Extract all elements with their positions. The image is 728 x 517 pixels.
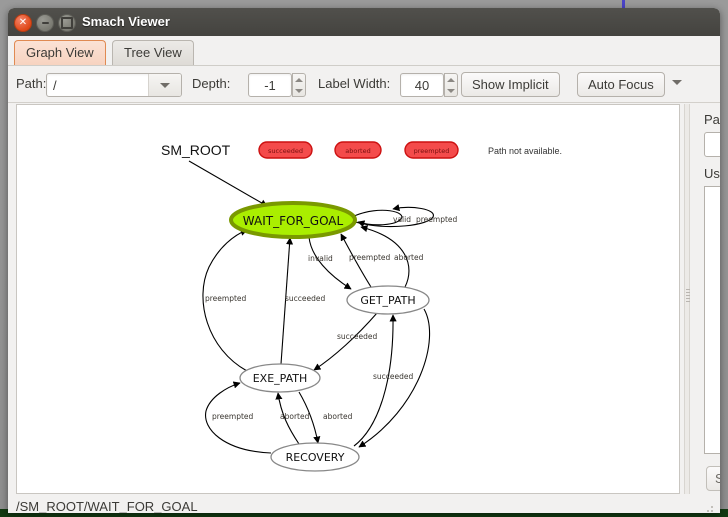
depth-stepper[interactable]: [292, 73, 306, 97]
badge-preempted-label: preempted: [414, 147, 450, 155]
edge-getpath-to-exepath-succeeded: [313, 312, 378, 371]
side-user-data-list[interactable]: [704, 186, 720, 454]
window-title: Smach Viewer: [82, 14, 170, 29]
show-implicit-button[interactable]: Show Implicit: [461, 72, 560, 97]
application-window: ✕ Smach Viewer Graph View Tree View Path…: [8, 8, 720, 513]
tab-tree-view[interactable]: Tree View: [112, 40, 194, 65]
node-wait-for-goal-label: WAIT_FOR_GOAL: [243, 214, 344, 228]
node-exe-path-label: EXE_PATH: [253, 372, 308, 385]
badge-preempted[interactable]: preempted: [404, 141, 459, 159]
edge-label: invalid: [308, 254, 333, 263]
close-glyph: ✕: [18, 17, 28, 28]
close-icon[interactable]: ✕: [14, 14, 32, 32]
badge-aborted[interactable]: aborted: [334, 141, 382, 159]
toolbar-overflow-icon[interactable]: [672, 80, 682, 85]
node-recovery-label: RECOVERY: [286, 451, 345, 464]
path-label: Path:: [16, 76, 47, 91]
side-user-data-label: Use: [704, 166, 720, 181]
maximize-glyph: [59, 15, 75, 31]
graph-note: Path not available.: [488, 146, 562, 156]
path-input[interactable]: /: [47, 78, 148, 93]
caret-glyph: [160, 82, 170, 88]
panel-splitter[interactable]: [684, 104, 690, 494]
edge-label: aborted: [280, 412, 310, 421]
state-machine-graph: SM_ROOT Path not available. succeeded ab…: [161, 141, 562, 472]
graph-canvas[interactable]: SM_ROOT Path not available. succeeded ab…: [16, 104, 680, 494]
graph-root-label: SM_ROOT: [161, 142, 231, 158]
edge-label: preempted: [205, 294, 247, 303]
toolbar: Path: / Depth: -1 Label Width: 40 Show I…: [8, 67, 720, 103]
label-width-input[interactable]: 40: [400, 73, 444, 97]
edge-label: preempted: [349, 253, 391, 262]
tab-bar: Graph View Tree View: [8, 36, 720, 66]
edge-label: succeeded: [285, 294, 326, 303]
node-wait-for-goal[interactable]: WAIT_FOR_GOAL: [229, 201, 357, 239]
edge-label: succeeded: [337, 332, 378, 341]
tab-graph-view[interactable]: Graph View: [14, 40, 106, 65]
node-get-path[interactable]: GET_PATH: [346, 285, 430, 315]
minimize-icon[interactable]: [36, 14, 54, 32]
node-recovery[interactable]: RECOVERY: [270, 442, 360, 472]
side-path-input[interactable]: [704, 132, 720, 157]
edge-wait-to-getpath-invalid: [308, 236, 352, 290]
chevron-down-icon[interactable]: [295, 88, 303, 93]
maximize-icon[interactable]: [58, 14, 76, 32]
resize-grip-icon[interactable]: [703, 504, 715, 513]
depth-value: -1: [264, 77, 276, 93]
badge-succeeded-label: succeeded: [268, 147, 303, 155]
depth-input[interactable]: -1: [248, 73, 292, 97]
edge-label: preempted: [212, 412, 254, 421]
side-path-label: Pat: [704, 112, 720, 127]
edge-label: succeeded: [373, 372, 414, 381]
badge-succeeded[interactable]: succeeded: [258, 141, 313, 159]
node-exe-path[interactable]: EXE_PATH: [239, 363, 321, 393]
side-set-button[interactable]: Se: [706, 466, 720, 491]
chevron-up-icon[interactable]: [447, 77, 455, 82]
edge-root-to-wait: [188, 160, 268, 207]
label-width-value: 40: [414, 77, 430, 93]
label-width-stepper[interactable]: [444, 73, 458, 97]
label-width-label: Label Width:: [318, 76, 391, 91]
depth-label: Depth:: [192, 76, 231, 91]
window-titlebar[interactable]: ✕ Smach Viewer: [8, 8, 720, 37]
edge-label: aborted: [394, 253, 424, 262]
minimize-glyph: [37, 15, 53, 31]
chevron-down-icon[interactable]: [148, 74, 181, 96]
node-get-path-label: GET_PATH: [360, 294, 415, 307]
auto-focus-button[interactable]: Auto Focus: [577, 72, 665, 97]
path-combobox[interactable]: /: [46, 73, 182, 97]
badge-aborted-label: aborted: [345, 147, 370, 155]
chevron-up-icon[interactable]: [295, 77, 303, 82]
edge-label: aborted: [323, 412, 353, 421]
chevron-down-icon[interactable]: [447, 88, 455, 93]
edge-label: preempted: [416, 215, 458, 224]
splitter-grip-icon: [686, 289, 690, 303]
status-path-text: /SM_ROOT/WAIT_FOR_GOAL: [16, 499, 198, 513]
side-panel: Pat Use Se: [692, 104, 720, 513]
edge-label: valid: [393, 215, 411, 224]
status-bar: /SM_ROOT/WAIT_FOR_GOAL: [8, 496, 720, 513]
